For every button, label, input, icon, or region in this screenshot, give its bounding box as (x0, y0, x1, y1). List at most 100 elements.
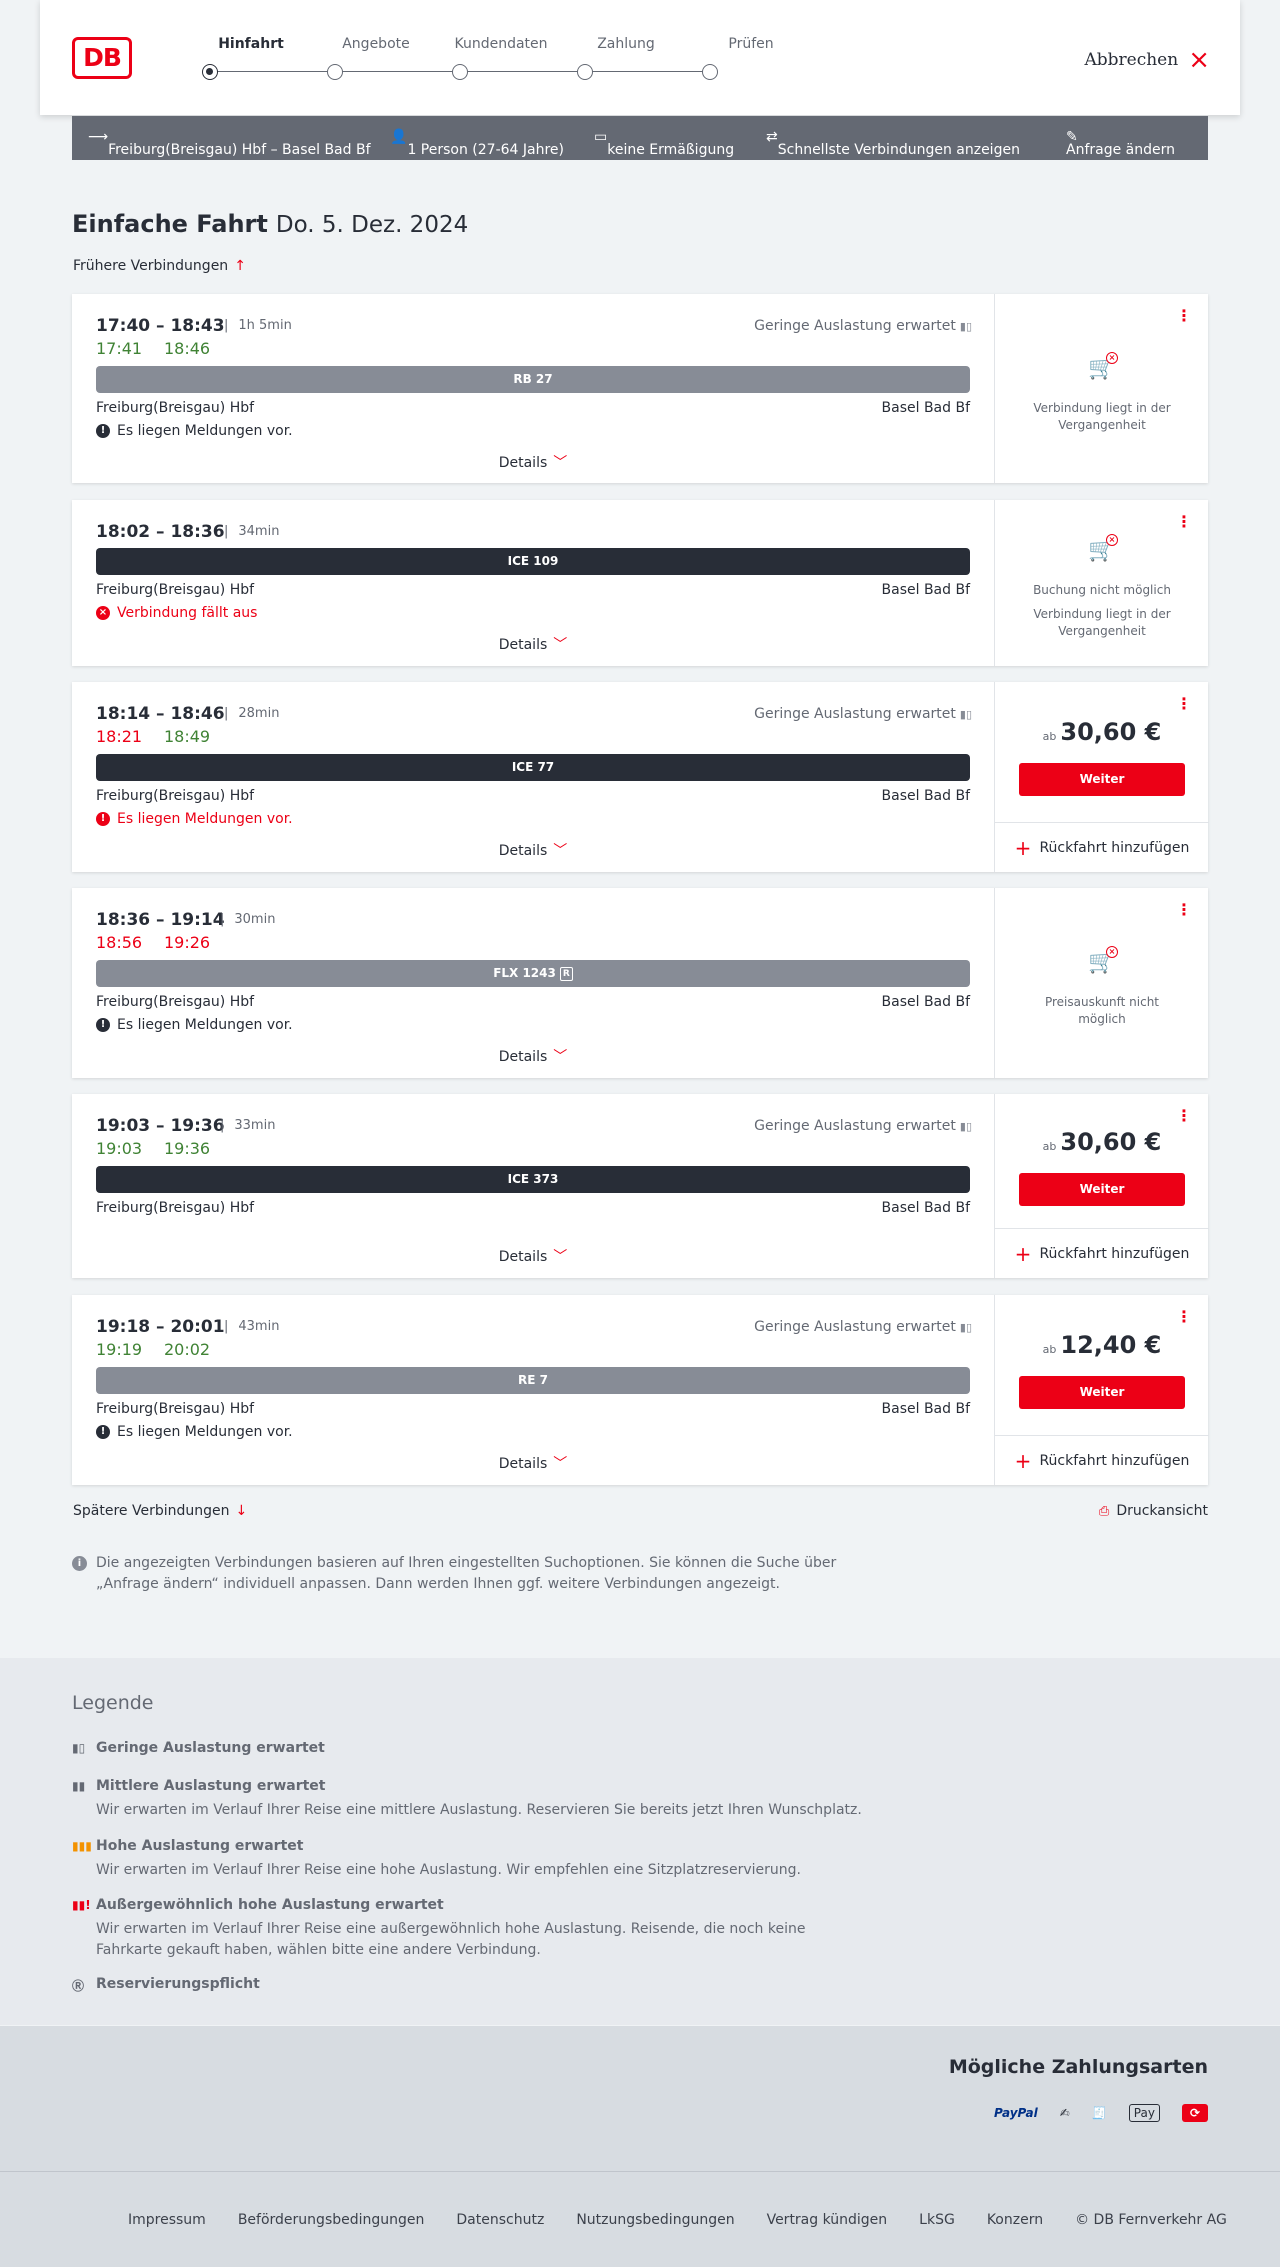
realtime-departure: 19:03 (96, 1139, 143, 1158)
train-bar: RB 27 (96, 366, 970, 393)
db-logo[interactable]: DB (72, 37, 132, 79)
travel-date: Do. 5. Dez. 2024 (275, 212, 469, 238)
more-options-icon[interactable]: ⋮ (1176, 696, 1192, 712)
fastest-connections-toggle[interactable]: ⇄ Schnellste Verbindungen anzeigen (766, 129, 1020, 158)
travellers-summary[interactable]: 👤 1 Person (27-64 Jahre) (390, 129, 564, 158)
search-info-note: i Die angezeigten Verbindungen basieren a… (72, 1553, 852, 1595)
chevron-down-icon: ﹀ (553, 455, 568, 471)
legend-title: Legende (72, 1692, 154, 1714)
destination-station: Basel Bad Bf (881, 1401, 970, 1417)
reservation-required-icon: Ⓡ (72, 1979, 85, 1993)
footer-link-vertrag-kuendigen[interactable]: Vertrag kündigen (767, 2212, 888, 2228)
duration: 43min (224, 1319, 279, 1334)
origin-station: Freiburg(Breisgau) Hbf (96, 1200, 255, 1216)
change-request-button[interactable]: Anfrage ändern ✎ (1066, 129, 1175, 158)
payment-title: Mögliche Zahlungsarten (948, 2056, 1208, 2078)
footer-link-befoerderungsbedingungen[interactable]: Beförderungsbedingungen (238, 2212, 425, 2228)
connection-card[interactable]: 18:02 – 18:36 34min ICE 109 Freiburg(Bre… (72, 500, 1208, 666)
details-toggle[interactable]: Details ﹀ (72, 634, 994, 654)
realtime-departure: 18:21 (96, 727, 143, 746)
details-toggle[interactable]: Details ﹀ (72, 840, 994, 860)
cancelled-icon: × (96, 606, 110, 620)
alert-icon: ! (96, 1425, 110, 1439)
origin-station: Freiburg(Breisgau) Hbf (96, 788, 255, 804)
connection-card[interactable]: 18:14 – 18:46 28min Geringe Auslastung e… (72, 682, 1209, 872)
footer-link-konzern[interactable]: Konzern (987, 2212, 1043, 2228)
earlier-connections-link[interactable]: Frühere Verbindungen ↑ (73, 258, 246, 274)
duration: 30min (220, 912, 275, 927)
realtime-arrival: 19:36 (164, 1139, 211, 1158)
realtime-departure: 18:56 (96, 933, 143, 952)
add-return-button[interactable]: + Rückfahrt hinzufügen (995, 1228, 1209, 1278)
payment-methods-section: Mögliche Zahlungsarten PayPal ✍ 🧾 Pay ⟳ (0, 2026, 1280, 2171)
more-options-icon[interactable]: ⋮ (1176, 1108, 1192, 1124)
occupancy-medium-icon: ▮▮ (72, 1779, 86, 1793)
continue-button[interactable]: Weiter (1019, 763, 1185, 796)
chevron-down-icon: ﹀ (553, 1049, 568, 1065)
legend-item-medium: ▮▮ Mittlere Auslastung erwartet Wir erwart… (72, 1778, 862, 1818)
more-options-icon[interactable]: ⋮ (1176, 308, 1192, 324)
discount-summary[interactable]: ▭ keine Ermäßigung (594, 129, 734, 158)
more-options-icon[interactable]: ⋮ (1176, 902, 1192, 918)
planned-times: 18:02 – 18:36 (96, 522, 225, 542)
legend-section: Legende ▮▯ Geringe Auslastung erwartet ▮▮… (0, 1658, 1280, 2025)
connection-card[interactable]: 18:36 – 19:14 30min 18:56 19:26 FLX 1243… (72, 888, 1208, 1078)
connection-card[interactable]: 17:40 – 18:43 1h 5min Geringe Auslastung… (72, 294, 1208, 483)
continue-button[interactable]: Weiter (1019, 1173, 1185, 1206)
arrow-up-icon: ↑ (234, 258, 246, 274)
printer-icon: ⎙ (1098, 1503, 1110, 1519)
occupancy-low-icon: ▮▯ (959, 320, 972, 333)
chevron-down-icon: ﹀ (553, 1249, 568, 1265)
cancelled-message: × Verbindung fällt aus (96, 605, 257, 621)
legend-item-low: ▮▯ Geringe Auslastung erwartet (72, 1740, 325, 1756)
connection-card[interactable]: 19:03 – 19:36 33min Geringe Auslastung e… (72, 1094, 1209, 1278)
notice-message: ! Es liegen Meldungen vor. (96, 811, 293, 827)
origin-station: Freiburg(Breisgau) Hbf (96, 994, 255, 1010)
realtime-arrival: 18:46 (164, 339, 211, 358)
details-toggle[interactable]: Details ﹀ (72, 452, 994, 472)
details-toggle[interactable]: Details ﹀ (72, 1046, 994, 1066)
realtime-arrival: 20:02 (164, 1340, 211, 1359)
details-toggle[interactable]: Details ﹀ (72, 1246, 994, 1266)
step-dot (327, 64, 343, 80)
plus-icon: + (1014, 835, 1032, 860)
price: ab 12,40 € (1042, 1331, 1162, 1359)
footer-link-nutzungsbedingungen[interactable]: Nutzungsbedingungen (576, 2212, 734, 2228)
legend-item-reservation: Ⓡ Reservierungspflicht (72, 1976, 260, 1993)
page-title: Einfache Fahrt Do. 5. Dez. 2024 (72, 210, 469, 238)
continue-button[interactable]: Weiter (1019, 1376, 1185, 1409)
connection-card[interactable]: 19:18 – 20:01 43min Geringe Auslastung e… (72, 1295, 1209, 1485)
footer-link-impressum[interactable]: Impressum (128, 2212, 206, 2228)
add-return-button[interactable]: + Rückfahrt hinzufügen (995, 1435, 1209, 1485)
more-options-icon[interactable]: ⋮ (1176, 1309, 1192, 1325)
footer-link-lksg[interactable]: LkSG (919, 2212, 955, 2228)
cancel-button[interactable]: Abbrechen × (1084, 47, 1210, 73)
step-pruefen: Prüfen (728, 36, 774, 52)
planned-times: 17:40 – 18:43 (96, 316, 225, 336)
footer-copyright: © DB Fernverkehr AG (1075, 2212, 1227, 2228)
occupancy-info: Geringe Auslastung erwartet ▮▯ (754, 318, 972, 334)
train-bar: ICE 373 (96, 1166, 970, 1193)
occupancy-info: Geringe Auslastung erwartet ▮▯ (754, 1118, 972, 1134)
origin-station: Freiburg(Breisgau) Hbf (96, 400, 255, 416)
occupancy-low-icon: ▮▯ (959, 708, 972, 721)
progress-header: DB Hinfahrt Angebote Kundendaten Zahlung… (40, 0, 1240, 115)
footer-link-datenschutz[interactable]: Datenschutz (456, 2212, 544, 2228)
train-bar: RE 7 (96, 1367, 970, 1394)
close-icon: × (1188, 45, 1210, 75)
price: ab 30,60 € (1042, 1128, 1162, 1156)
occupancy-info: Geringe Auslastung erwartet ▮▯ (754, 1319, 972, 1335)
details-toggle[interactable]: Details ﹀ (72, 1453, 994, 1473)
destination-station: Basel Bad Bf (881, 994, 970, 1010)
alert-icon: ! (96, 424, 110, 438)
duration: 1h 5min (224, 318, 291, 333)
notice-message: ! Es liegen Meldungen vor. (96, 1017, 293, 1033)
train-bar: FLX 1243 R (96, 960, 970, 987)
print-view-link[interactable]: ⎙ Druckansicht (1099, 1503, 1208, 1519)
notice-message: ! Es liegen Meldungen vor. (96, 1424, 293, 1440)
plus-icon: + (1014, 1241, 1032, 1266)
add-return-button[interactable]: + Rückfahrt hinzufügen (995, 822, 1209, 872)
more-options-icon[interactable]: ⋮ (1176, 514, 1192, 530)
later-connections-link[interactable]: Spätere Verbindungen ↓ (73, 1503, 247, 1519)
route-summary[interactable]: ⟶ Freiburg(Breisgau) Hbf – Basel Bad Bf (88, 129, 371, 158)
